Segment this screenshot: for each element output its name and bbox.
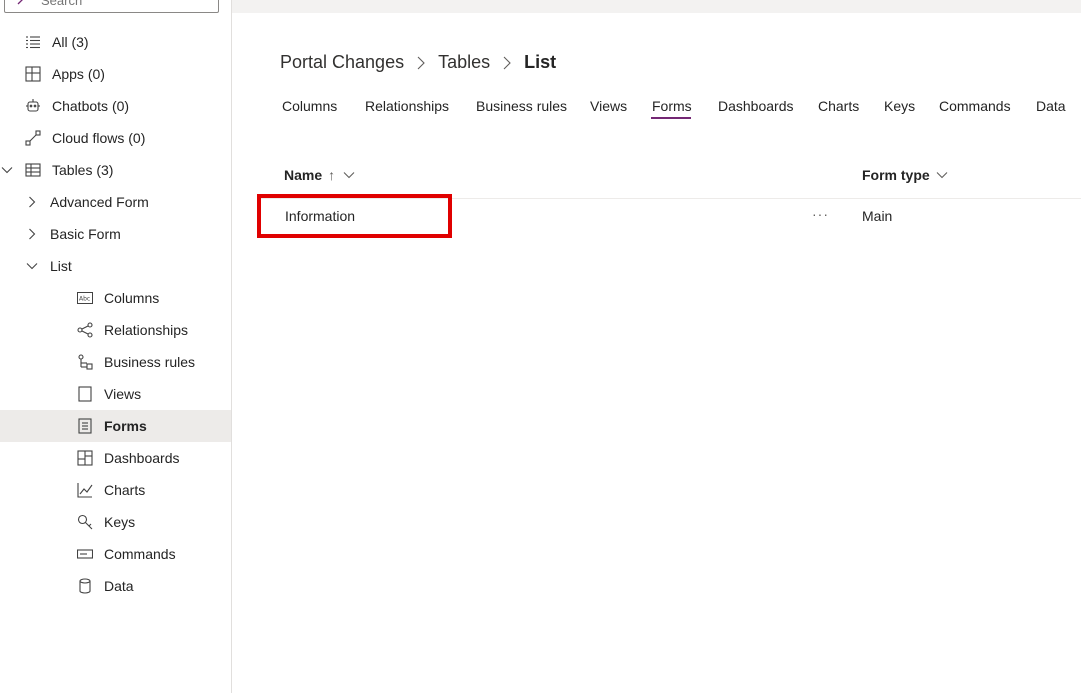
nav-item-label: Cloud flows	[52, 130, 125, 146]
nav-item-label: Columns	[104, 290, 160, 306]
database-icon	[76, 577, 94, 595]
nav-item-label: Dashboards	[104, 450, 180, 466]
nav-item-forms[interactable]: Forms	[76, 410, 147, 442]
nav-item-label: Views	[104, 386, 142, 402]
chatbot-icon	[24, 97, 42, 115]
nav-item-apps[interactable]: Apps (0)	[24, 58, 105, 90]
nav-item-columns[interactable]: Abc Columns	[76, 282, 159, 314]
red-highlight-annotation	[257, 194, 452, 238]
key-icon	[76, 513, 94, 531]
chevron-right-icon	[502, 56, 512, 70]
dashboard-icon	[76, 449, 94, 467]
business-rules-icon	[76, 353, 94, 371]
active-tab-indicator	[651, 117, 691, 119]
nav-item-count: (0)	[87, 66, 105, 82]
tab-keys[interactable]: Keys	[884, 98, 915, 114]
column-header-label: Name	[284, 167, 323, 183]
tab-business-rules[interactable]: Business rules	[476, 98, 567, 114]
nav-item-commands[interactable]: Commands	[76, 538, 176, 570]
nav-item-views[interactable]: Views	[76, 378, 141, 410]
search-box[interactable]	[4, 0, 219, 13]
nav-item-count: (3)	[71, 34, 89, 50]
nav-item-data[interactable]: Data	[76, 570, 134, 602]
tab-charts[interactable]: Charts	[818, 98, 859, 114]
nav-item-count: (0)	[128, 130, 146, 146]
chevron-down-icon[interactable]	[936, 169, 948, 181]
nav-item-label: List	[50, 258, 72, 274]
nav-item-charts[interactable]: Charts	[76, 474, 145, 506]
nav-item-list[interactable]: List	[50, 250, 72, 282]
nav-item-label: Charts	[104, 482, 146, 498]
nav-item-label: Basic Form	[50, 226, 121, 242]
nav-item-dashboards[interactable]: Dashboards	[76, 442, 180, 474]
nav-item-tables[interactable]: Tables (3)	[24, 154, 113, 186]
table-icon	[24, 161, 42, 179]
nav-item-label: Advanced Form	[50, 194, 149, 210]
tab-columns[interactable]: Columns	[282, 98, 337, 114]
top-bar	[232, 0, 1081, 13]
svg-text:Abc: Abc	[79, 296, 90, 303]
form-type-cell: Main	[862, 208, 893, 224]
nav-item-label: Data	[104, 578, 134, 594]
nav-item-label: Apps	[52, 66, 84, 82]
nav-item-relationships[interactable]: Relationships	[76, 314, 188, 346]
nav-item-basic-form[interactable]: Basic Form	[50, 218, 121, 250]
nav-item-cloud-flows[interactable]: Cloud flows (0)	[24, 122, 145, 154]
search-input[interactable]	[41, 0, 211, 8]
chevron-right-icon[interactable]	[25, 195, 39, 209]
nav-item-keys[interactable]: Keys	[76, 506, 135, 538]
breadcrumb-tables[interactable]: Tables	[438, 52, 490, 73]
breadcrumb-current-list: List	[524, 52, 557, 72]
column-header-label: Form type	[862, 167, 930, 183]
breadcrumb-portal-changes[interactable]: Portal Changes	[280, 52, 404, 73]
tab-forms[interactable]: Forms	[652, 98, 692, 114]
relationships-icon	[76, 321, 94, 339]
chevron-down-icon[interactable]	[0, 163, 14, 177]
tab-relationships[interactable]: Relationships	[365, 98, 449, 114]
nav-item-label: Commands	[104, 546, 176, 562]
nav-item-advanced-form[interactable]: Advanced Form	[50, 186, 149, 218]
chevron-down-icon[interactable]	[25, 259, 39, 273]
nav-item-chatbots[interactable]: Chatbots (0)	[24, 90, 129, 122]
nav-item-label: Keys	[104, 514, 136, 530]
search-icon	[15, 0, 29, 10]
tab-views[interactable]: Views	[590, 98, 627, 114]
list-icon	[24, 33, 42, 51]
column-header-name[interactable]: Name ↑	[284, 167, 355, 183]
more-options-icon[interactable]: ···	[812, 206, 829, 222]
forms-icon	[76, 417, 94, 435]
nav-item-label: All	[52, 34, 68, 50]
left-navigation-pane: All (3) Apps (0) Chatbots (0) Cloud flow…	[0, 0, 232, 693]
breadcrumb: Portal Changes Tables List	[280, 52, 556, 73]
nav-item-label: Chatbots	[52, 98, 109, 114]
nav-item-label: Business rules	[104, 354, 196, 370]
chevron-right-icon[interactable]	[25, 227, 39, 241]
nav-item-label: Tables	[52, 162, 93, 178]
tab-dashboards[interactable]: Dashboards	[718, 98, 794, 114]
nav-item-business-rules[interactable]: Business rules	[76, 346, 195, 378]
column-header-form-type[interactable]: Form type	[862, 167, 948, 183]
tab-data[interactable]: Data	[1036, 98, 1066, 114]
commands-icon	[76, 545, 94, 563]
nav-item-label: Forms	[104, 418, 147, 434]
chevron-down-icon[interactable]	[343, 169, 355, 181]
nav-item-count: (0)	[111, 98, 130, 114]
nav-item-label: Relationships	[104, 322, 189, 338]
apps-icon	[24, 65, 42, 83]
tab-commands[interactable]: Commands	[939, 98, 1011, 114]
views-icon	[76, 385, 94, 403]
flow-icon	[24, 129, 42, 147]
sort-ascending-icon: ↑	[328, 167, 336, 183]
chart-icon	[76, 481, 94, 499]
chevron-right-icon	[416, 56, 426, 70]
columns-icon: Abc	[76, 289, 94, 307]
nav-item-all[interactable]: All (3)	[24, 26, 89, 58]
nav-item-count: (3)	[96, 162, 114, 178]
